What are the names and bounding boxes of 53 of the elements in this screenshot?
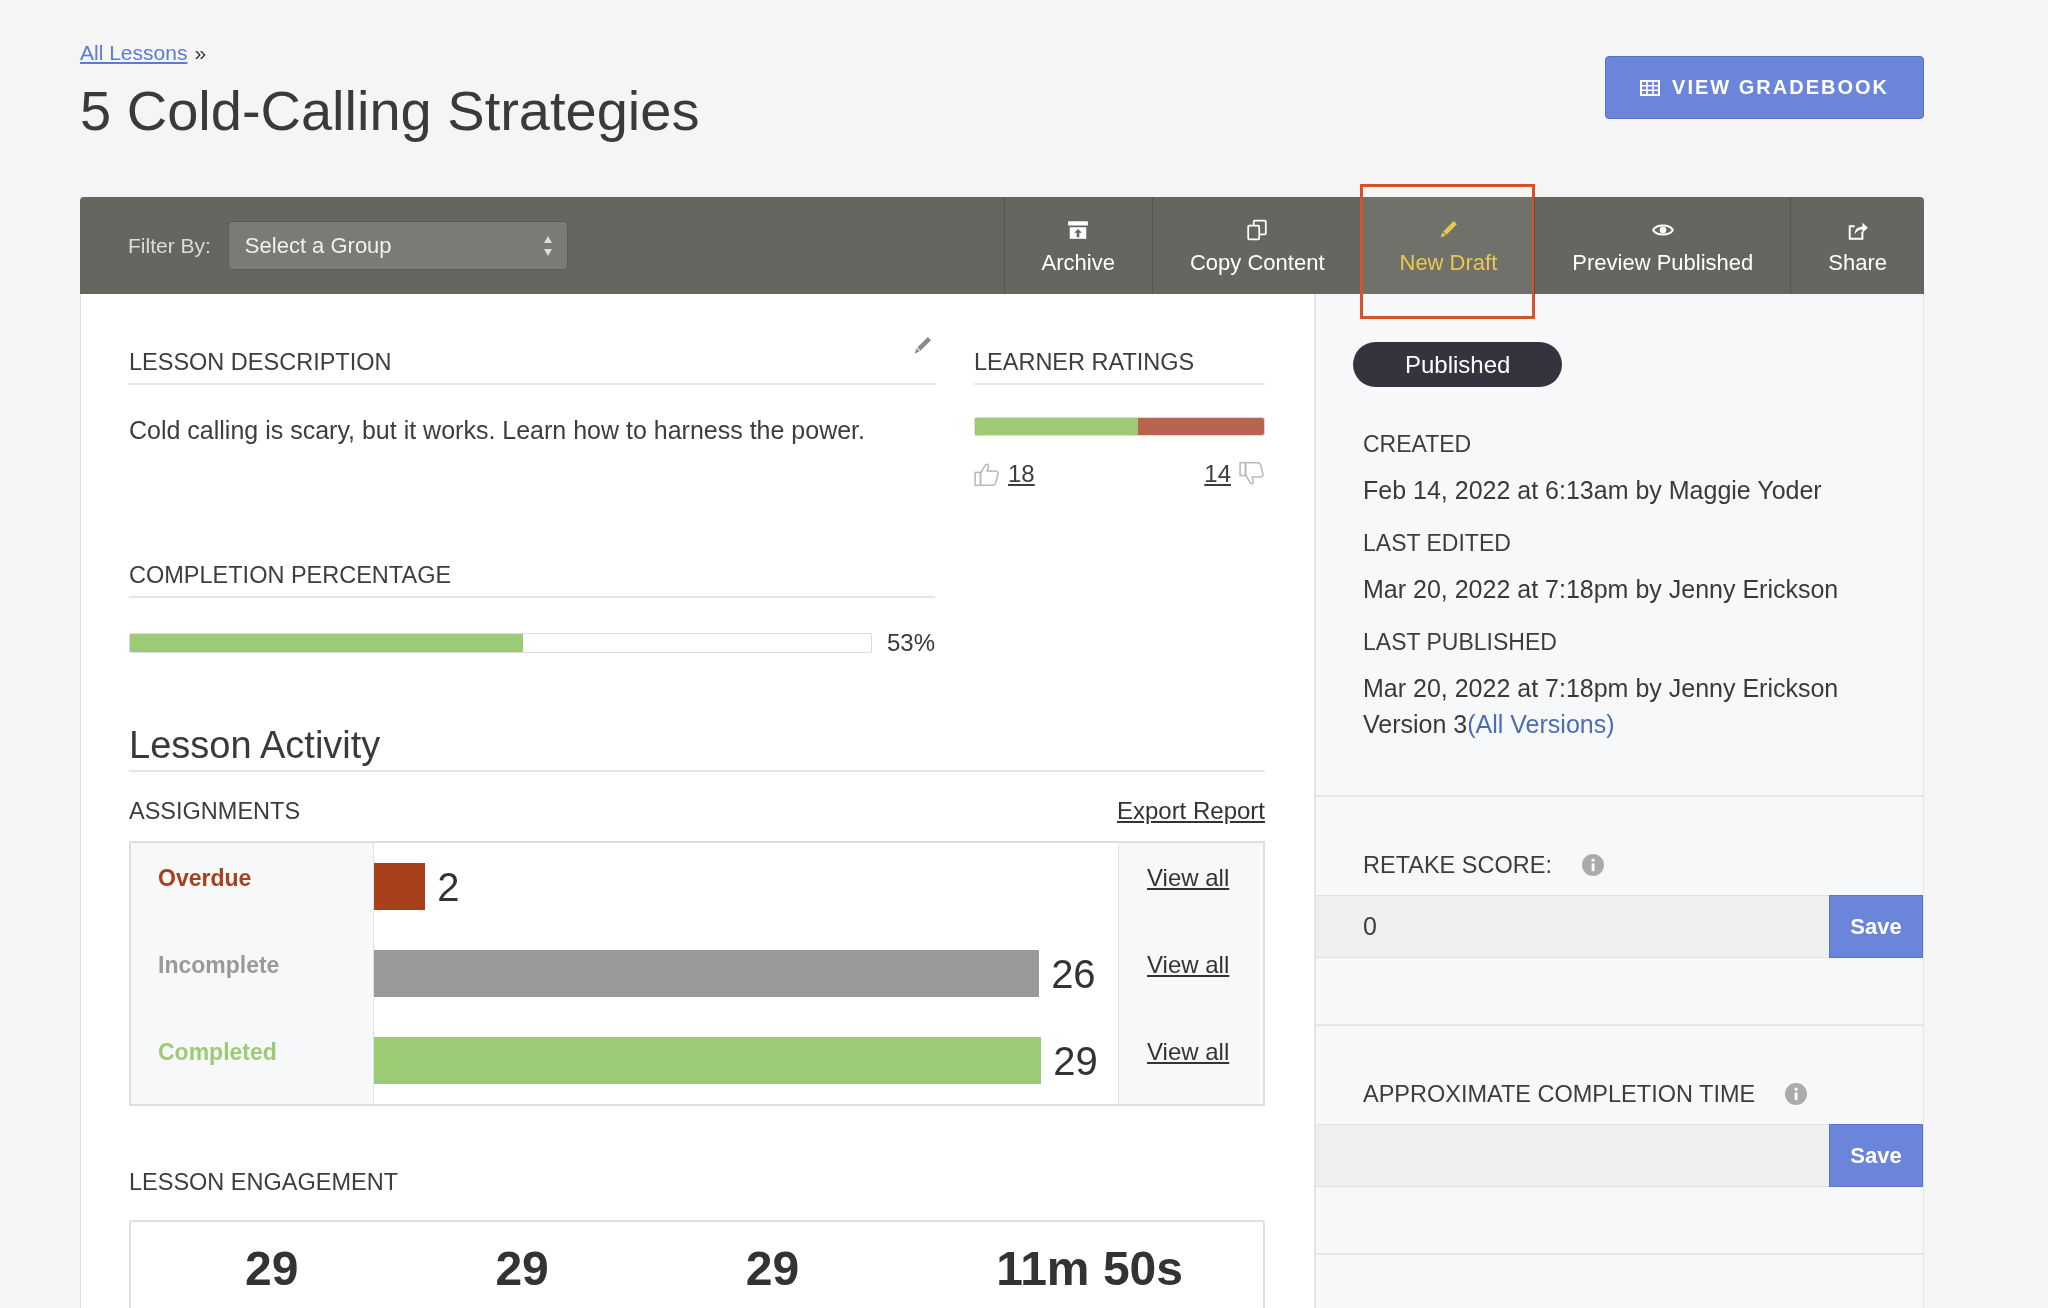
meta-value: Feb 14, 2022 at 6:13am by Maggie Yoder bbox=[1363, 475, 1823, 506]
info-icon[interactable] bbox=[1785, 1083, 1808, 1105]
input-field[interactable] bbox=[1316, 1124, 1829, 1187]
status-pill: Published bbox=[1353, 342, 1563, 387]
description-text: Cold calling is scary, but it works. Learn how to harness the power. bbox=[129, 417, 866, 443]
meta-label: LAST EDITED bbox=[1363, 529, 1512, 557]
progress-reading: 53% bbox=[886, 631, 935, 655]
view-all-link[interactable]: View all bbox=[1147, 864, 1230, 891]
meta-value: Mar 20, 2022 at 7:18pm by Jenny Erickson bbox=[1363, 673, 1840, 704]
rating-count-link[interactable]: 14 bbox=[1204, 461, 1231, 487]
export-report-link[interactable]: Export Report bbox=[1116, 798, 1265, 824]
stat-value: 29 bbox=[745, 1241, 800, 1297]
input-field[interactable]: 0 bbox=[1316, 895, 1829, 958]
save-button[interactable]: Save bbox=[1829, 1124, 1923, 1187]
section-heading: LEARNER RATINGS bbox=[974, 349, 1195, 375]
setting-label: RETAKE SCORE: bbox=[1363, 851, 1552, 879]
count-value: 26 bbox=[1051, 951, 1096, 996]
toolbar-button[interactable]: New Draft bbox=[1361, 197, 1535, 294]
meta-label: CREATED bbox=[1363, 430, 1473, 458]
setting-label: APPROXIMATE COMPLETION TIME bbox=[1363, 1080, 1756, 1108]
filter-label: Filter By: bbox=[128, 233, 211, 258]
count-value: 29 bbox=[1053, 1038, 1098, 1083]
page-title: 5 Cold-Calling Strategies bbox=[80, 79, 700, 143]
save-button[interactable]: Save bbox=[1829, 895, 1923, 958]
meta-label: LAST PUBLISHED bbox=[1363, 628, 1558, 656]
breadcrumb-separator: » bbox=[194, 40, 207, 66]
thumbs-up-icon bbox=[974, 461, 1000, 487]
info-icon[interactable] bbox=[1581, 854, 1604, 876]
version-label: Version 3 bbox=[1363, 709, 1468, 740]
meta-value: Mar 20, 2022 at 7:18pm by Jenny Erickson bbox=[1363, 574, 1840, 605]
group-select[interactable]: Select a Group bbox=[227, 221, 568, 270]
section-heading: ASSIGNMENTS bbox=[129, 798, 301, 824]
section-title: Lesson Activity bbox=[129, 722, 1265, 772]
copy-icon bbox=[1246, 219, 1269, 241]
status-label: Completed bbox=[158, 1039, 277, 1065]
stat-value: 29 bbox=[245, 1241, 299, 1297]
section-heading: LESSON DESCRIPTION bbox=[129, 349, 392, 375]
stat-value: 29 bbox=[495, 1241, 549, 1297]
archive-box-icon bbox=[1067, 219, 1090, 241]
all-versions-link[interactable]: (All Versions) bbox=[1467, 706, 1615, 742]
thumbs-down-icon bbox=[1239, 461, 1265, 487]
view-all-link[interactable]: View all bbox=[1147, 951, 1230, 978]
count-value: 2 bbox=[437, 864, 460, 909]
status-label: Incomplete bbox=[158, 952, 280, 978]
gradebook-button[interactable]: VIEW GRADEBOOK bbox=[1605, 56, 1924, 119]
status-label: Overdue bbox=[158, 865, 252, 891]
breadcrumb-link[interactable]: All Lessons bbox=[80, 40, 188, 66]
rating-count-link[interactable]: 18 bbox=[1008, 461, 1035, 487]
stat-value: 11m 50s bbox=[996, 1241, 1183, 1297]
section-heading: LESSON ENGAGEMENT bbox=[129, 1169, 398, 1195]
view-all-link[interactable]: View all bbox=[1147, 1038, 1230, 1065]
table-grid-icon bbox=[1640, 79, 1661, 96]
section-heading: COMPLETION PERCENTAGE bbox=[129, 562, 452, 588]
